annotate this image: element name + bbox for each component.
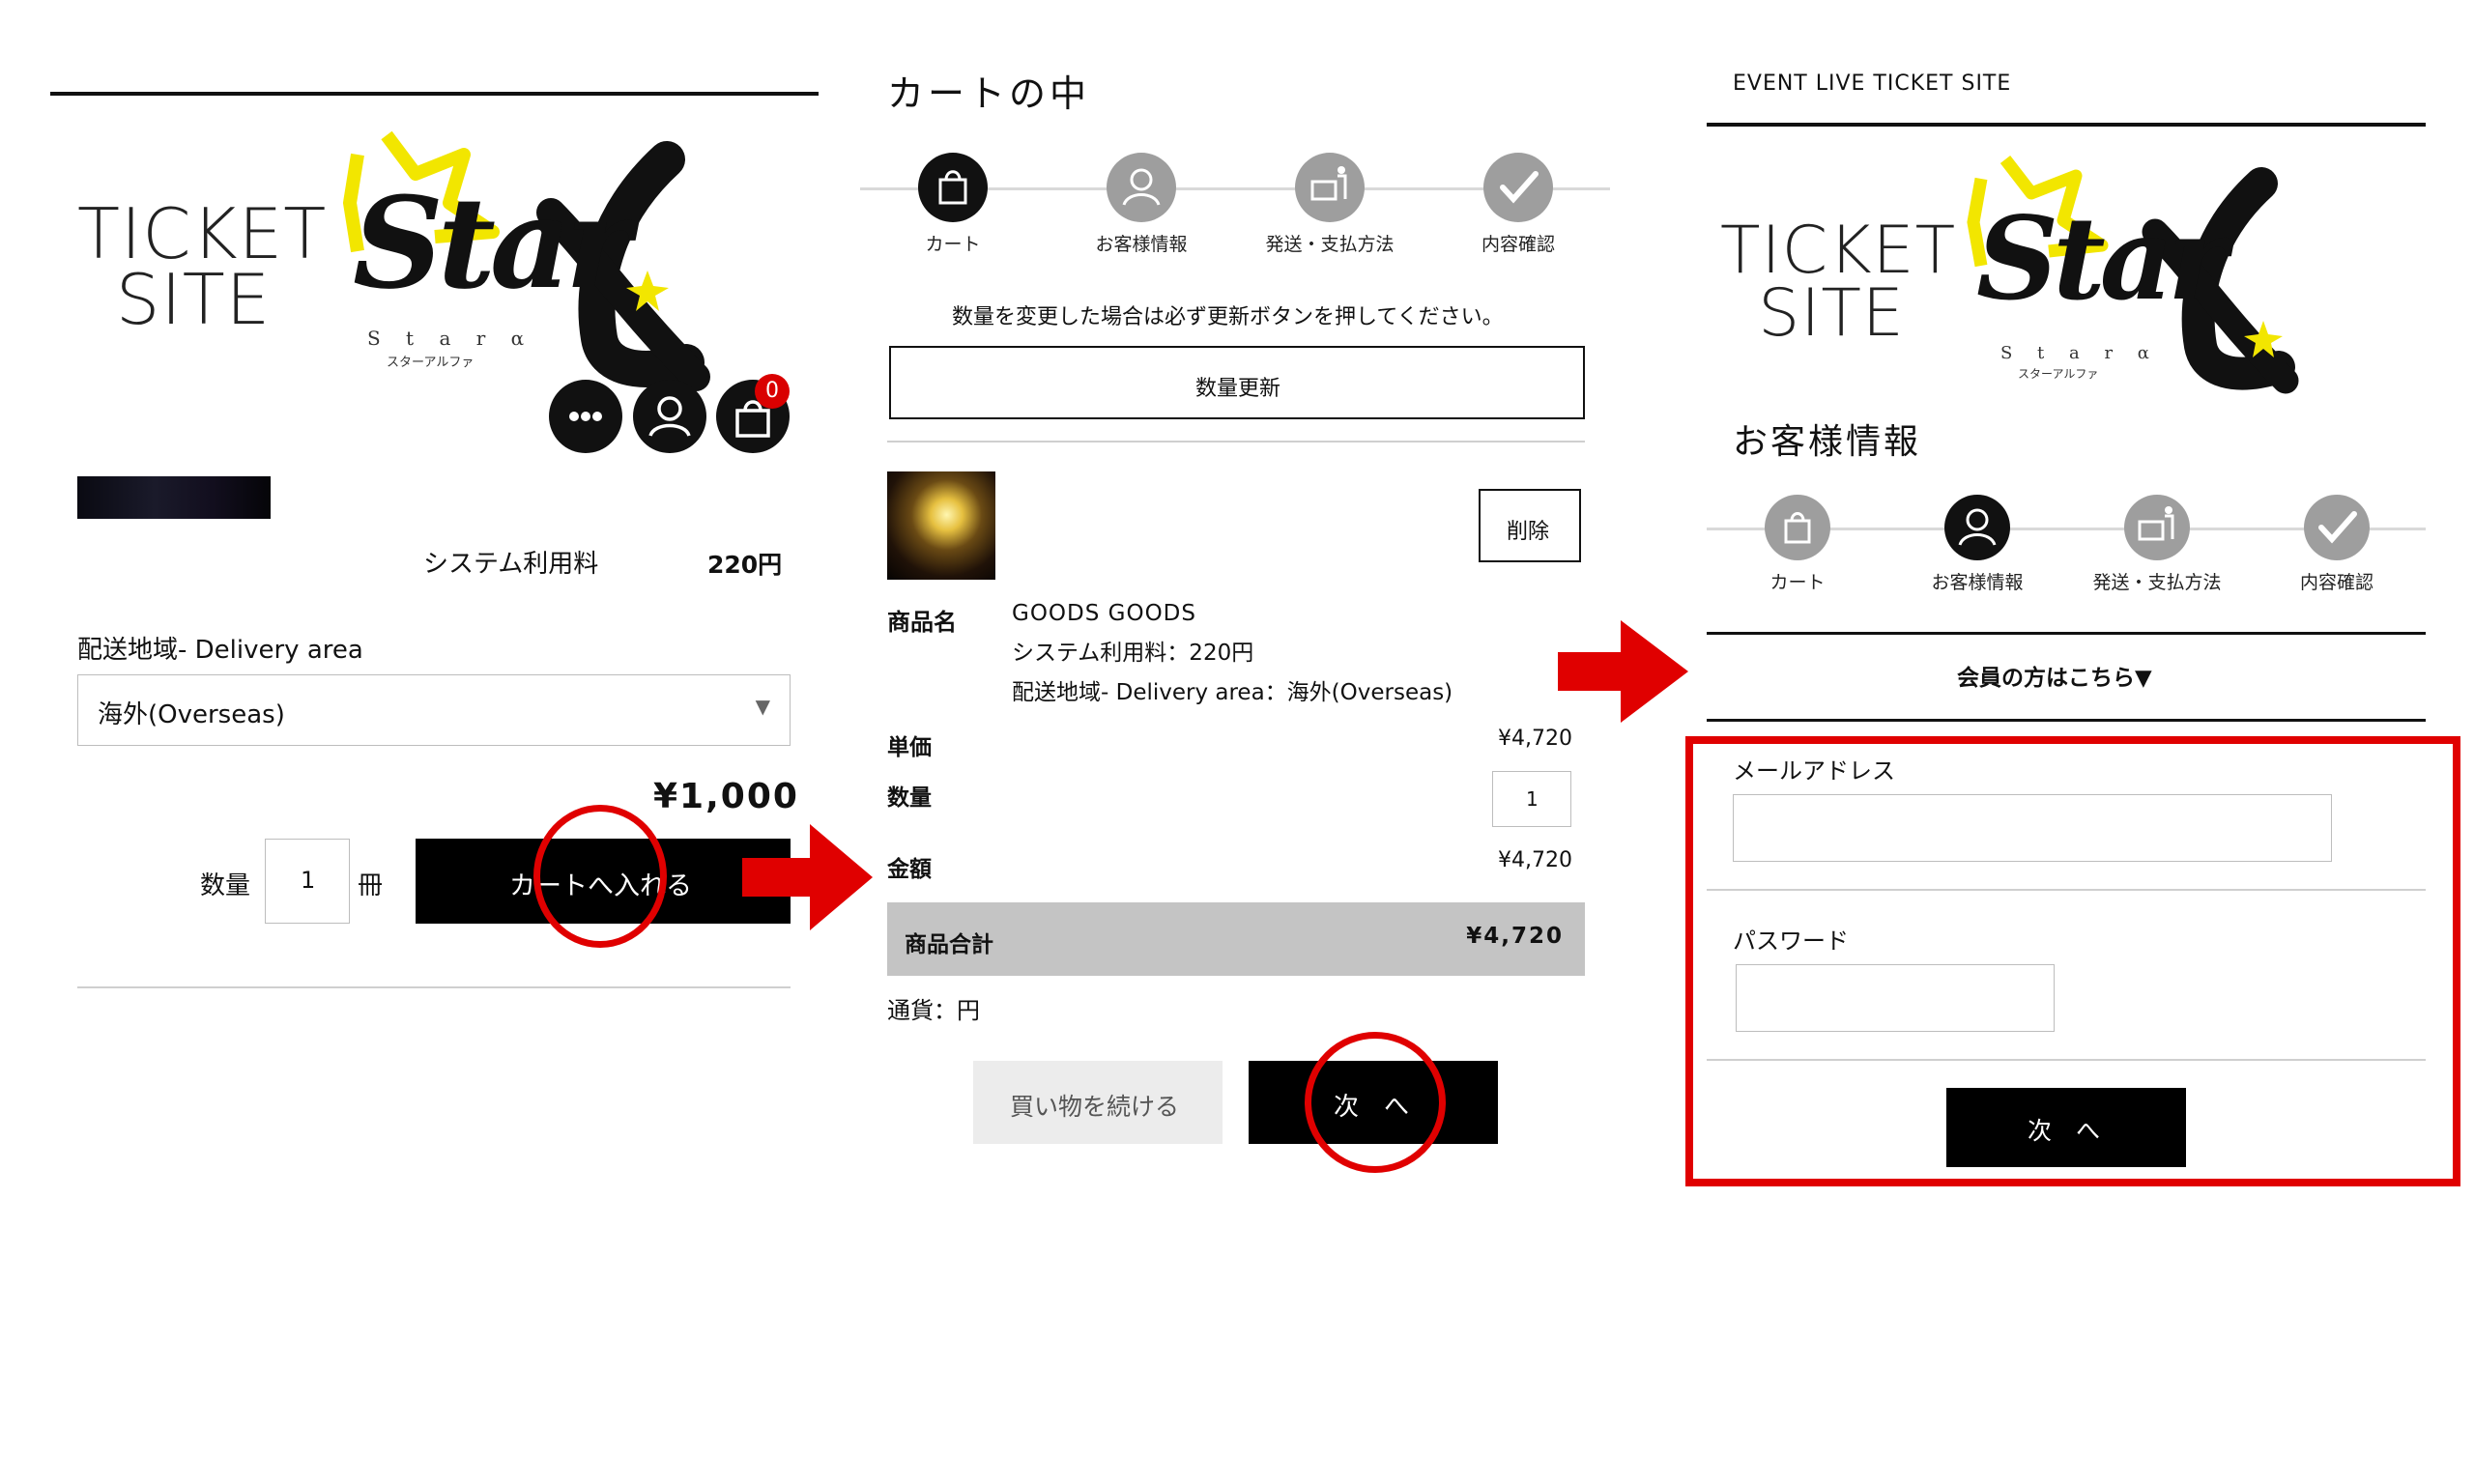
member-section-bottom-rule — [1707, 719, 2426, 722]
left-site-logo[interactable]: TICKET SITE Star S t a r α スターアルファ — [68, 116, 763, 396]
step-label-cart: カート — [925, 234, 981, 255]
product-price: ¥1,000 — [653, 777, 799, 816]
step-label-shipping: 発送・支払方法 — [1265, 234, 1395, 255]
update-quantity-button[interactable]: 数量更新 — [889, 346, 1585, 419]
item-quantity-input[interactable]: 1 — [1492, 771, 1571, 827]
delivery-area-selected: 海外(Overseas) — [98, 700, 285, 729]
step-label-customer: お客様情報 — [1931, 572, 2024, 593]
unit-price-value: ¥4,720 — [1498, 727, 1572, 751]
shopping-bag-icon — [1784, 512, 1811, 544]
step-label-cart: カート — [1769, 572, 1826, 593]
site-title: EVENT LIVE TICKET SITE — [1733, 71, 2012, 96]
user-icon — [1122, 168, 1161, 206]
flow-arrow-1 — [742, 824, 873, 930]
shipping-payment-icon — [2138, 506, 2174, 541]
logo-script-text: Star — [1976, 191, 2228, 326]
cart-item-image — [887, 471, 995, 580]
shipping-payment-icon — [1310, 166, 1347, 201]
logo-latin-subtitle: S t a r α — [2000, 343, 2159, 363]
fee-label: システム利用料 — [423, 550, 599, 579]
checkmark-icon — [1500, 171, 1539, 204]
chevron-down-icon: ▼ — [755, 695, 770, 718]
delete-item-button[interactable]: 削除 — [1479, 489, 1581, 562]
user-button[interactable] — [633, 380, 706, 453]
member-login-link[interactable]: 会員の方はこちら▼ — [1957, 659, 2152, 692]
step-label-confirm: 内容確認 — [1481, 234, 1555, 255]
highlight-circle-add-to-cart — [533, 805, 667, 948]
item-fee-line: システム利用料：220円 — [1012, 641, 1254, 666]
right-site-logo[interactable]: EVENT LIVE TICKET SITE TICKETSITE Star S… — [1720, 145, 2358, 396]
shopping-bag-icon — [938, 170, 967, 205]
item-delivery-line: 配送地域- Delivery area：海外(Overseas) — [1012, 680, 1453, 705]
user-icon — [1958, 508, 1997, 546]
quantity-input[interactable]: 1 — [265, 839, 350, 924]
subtotal-bar: 商品合計 ¥4,720 — [887, 902, 1585, 976]
quantity-unit: 冊 — [358, 871, 384, 900]
left-bottom-divider — [77, 986, 791, 988]
currency-note: 通貨：円 — [887, 997, 980, 1024]
product-thumbnail-strip — [77, 476, 271, 519]
middle-divider-1 — [887, 441, 1585, 442]
more-button[interactable] — [549, 380, 622, 453]
unit-price-label: 単価 — [887, 735, 932, 760]
delivery-area-select[interactable]: 海外(Overseas) ▼ — [77, 674, 791, 746]
cart-count-badge: 0 — [755, 374, 790, 409]
delivery-area-label: 配送地域- Delivery area — [77, 636, 363, 665]
item-name-label: 商品名 — [887, 609, 957, 636]
logo-kana-subtitle: スターアルファ — [387, 356, 475, 370]
more-icon — [569, 412, 602, 421]
item-amount-label: 金額 — [887, 857, 932, 882]
logo-script-text: Star — [353, 169, 632, 317]
cart-button[interactable]: 0 — [716, 374, 790, 453]
step-label-customer: お客様情報 — [1095, 234, 1188, 255]
highlight-circle-next — [1305, 1032, 1446, 1173]
logo-latin-subtitle: S t a r α — [367, 327, 534, 350]
checkmark-icon — [2318, 511, 2357, 544]
flow-arrow-2 — [1558, 620, 1688, 723]
step-label-confirm: 内容確認 — [2299, 572, 2373, 593]
step-label-shipping: 発送・支払方法 — [2092, 572, 2222, 593]
subtotal-value: ¥4,720 — [1466, 924, 1564, 949]
quantity-update-notice: 数量を変更した場合は必ず更新ボタンを押してください。 — [952, 305, 1504, 329]
subtotal-label: 商品合計 — [905, 932, 993, 957]
fee-value: 220円 — [707, 551, 783, 579]
continue-shopping-button[interactable]: 買い物を続ける — [973, 1061, 1223, 1144]
cart-page-title: カートの中 — [887, 72, 1091, 115]
quantity-label: 数量 — [200, 871, 251, 900]
left-top-rule — [50, 92, 819, 96]
user-icon — [648, 396, 691, 437]
member-section-top-rule — [1707, 632, 2426, 635]
item-name: GOODS GOODS — [1012, 601, 1196, 626]
customer-info-title: お客様情報 — [1733, 422, 1922, 462]
logo-kana-subtitle: スターアルファ — [2018, 367, 2099, 381]
item-amount-value: ¥4,720 — [1498, 848, 1572, 872]
highlight-box-login-form — [1685, 736, 2460, 1186]
right-top-rule — [1707, 123, 2426, 127]
item-quantity-label: 数量 — [887, 785, 932, 811]
